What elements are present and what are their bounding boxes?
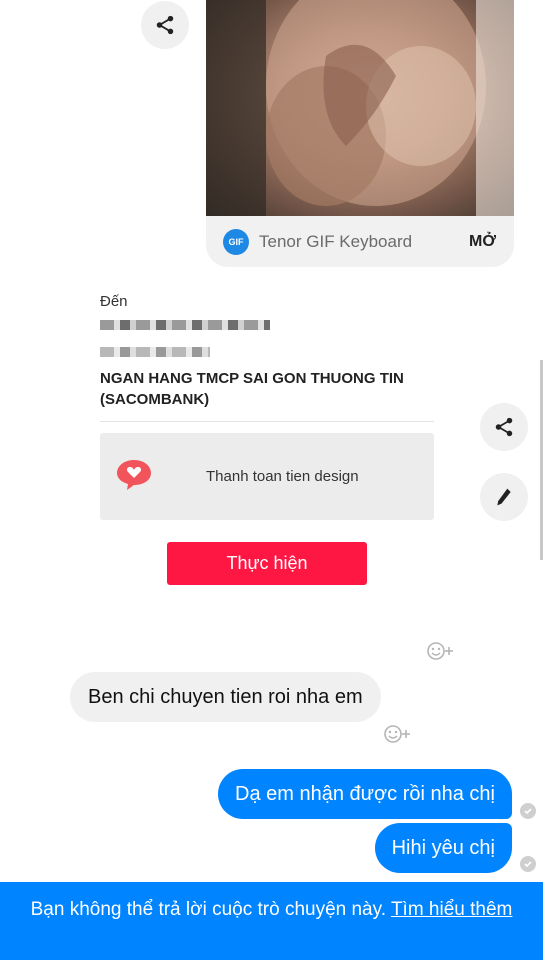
divider [100,421,434,422]
bank-name: NGAN HANG TMCP SAI GON THUONG TIN (SACOM… [100,370,404,408]
gif-image[interactable] [206,0,514,216]
banner-text: Bạn không thể trả lời cuộc trò chuyện nà… [30,899,386,920]
incoming-message[interactable]: Ben chi chuyen tien roi nha em [70,672,381,722]
add-reaction-icon [384,725,410,743]
transfer-memo-text: Thanh toan tien design [206,468,359,485]
add-reaction-icon [427,642,453,660]
add-reaction-button[interactable] [381,722,417,746]
share-transfer-button[interactable] [480,403,528,451]
execute-transfer-button[interactable]: Thực hiện [167,542,367,585]
gif-message-card[interactable]: GIF Tenor GIF Keyboard MỞ [206,0,514,267]
heart-chat-icon [117,460,151,490]
conversation-screen: GIF Tenor GIF Keyboard MỞ Đến NGAN HANG … [0,0,543,960]
share-icon [156,15,174,35]
transfer-to-label: Đến [100,293,128,310]
add-reaction-button[interactable] [424,639,460,663]
outgoing-message[interactable]: Hihi yêu chị [374,823,512,873]
gif-illustration [206,0,514,216]
share-gif-button[interactable] [141,1,189,49]
open-gif-app-button[interactable]: MỞ [469,233,496,251]
edit-button[interactable] [480,473,528,521]
redacted-recipient-name [100,320,270,330]
cannot-reply-banner: Bạn không thể trả lời cuộc trò chuyện nà… [0,882,543,960]
learn-more-link[interactable]: Tìm hiểu thêm [391,899,512,920]
gif-source-name: Tenor GIF Keyboard [259,231,413,251]
gif-footer: GIF Tenor GIF Keyboard MỞ [206,216,514,267]
transfer-memo-box: Thanh toan tien design [100,433,434,520]
seen-check-icon [520,856,536,872]
seen-check-icon [520,803,536,819]
redacted-account-number [100,347,210,357]
pencil-icon [497,488,511,506]
gif-badge-icon: GIF [223,228,249,255]
share-icon [495,417,513,437]
outgoing-message[interactable]: Dạ em nhận được rồi nha chị [218,769,512,819]
